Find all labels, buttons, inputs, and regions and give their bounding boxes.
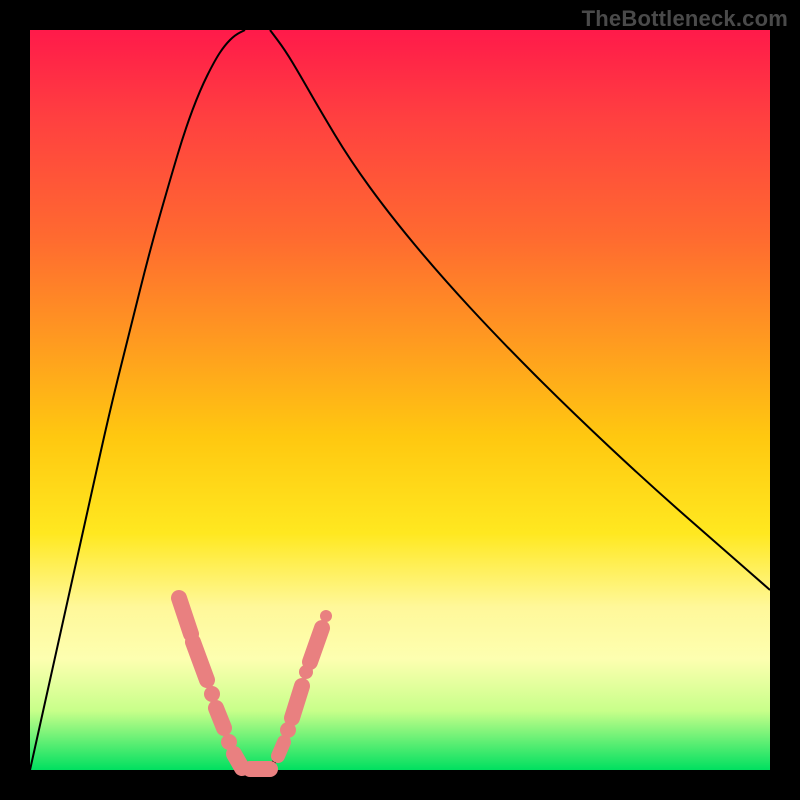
data-marker-capsule (216, 708, 224, 728)
chart-overlay (30, 30, 770, 770)
marker-layer (179, 598, 332, 771)
curve-left-curve (30, 30, 245, 770)
data-marker-capsule (278, 742, 284, 756)
data-marker-capsule (179, 598, 191, 634)
data-marker-dot (320, 610, 332, 622)
curve-right-curve (270, 30, 770, 590)
curve-layer (30, 30, 770, 770)
data-marker-capsule (310, 628, 322, 662)
data-marker-dot (204, 686, 220, 702)
data-marker-capsule (193, 642, 207, 680)
data-marker-capsule (234, 754, 242, 768)
data-marker-capsule (292, 686, 302, 718)
watermark-text: TheBottleneck.com (582, 6, 788, 32)
